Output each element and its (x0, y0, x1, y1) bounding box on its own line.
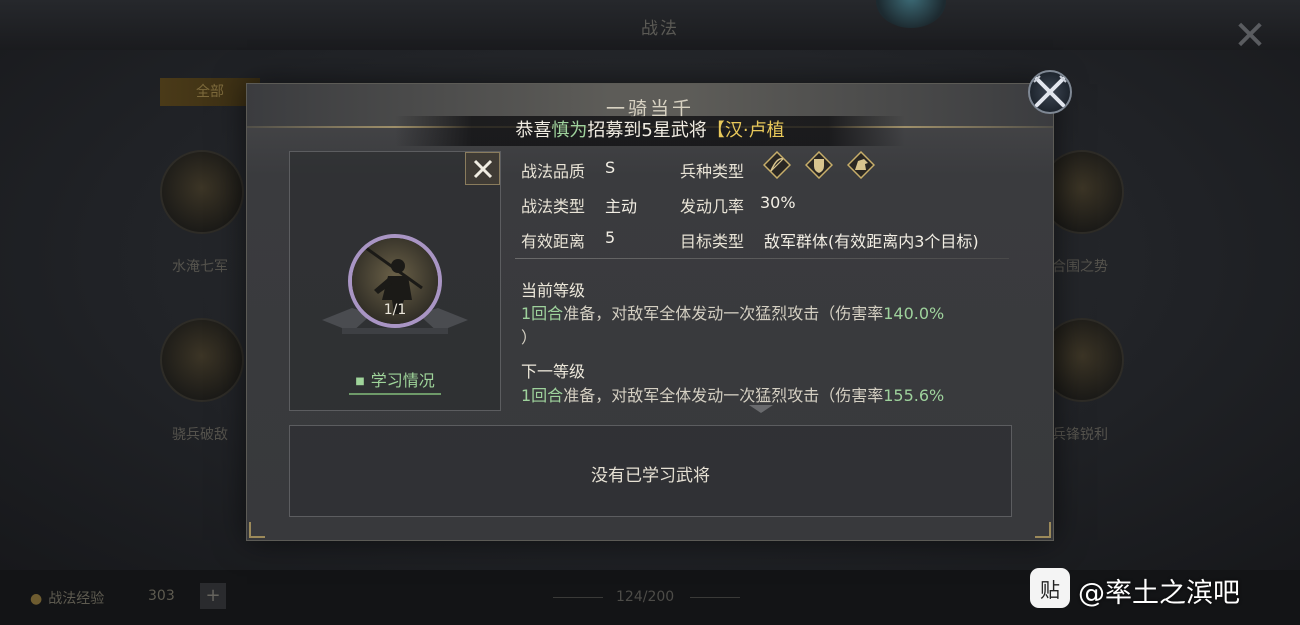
current-level-title: 当前等级 (521, 281, 586, 300)
square-bullet-icon: ■ (355, 376, 365, 387)
add-exp-button: + (200, 583, 226, 609)
tactic-exp-label: ● 战法经验 (30, 591, 105, 607)
watermark-text: @率土之滨吧 (1078, 578, 1240, 609)
tieba-logo: 贴 (1030, 568, 1070, 608)
shield-icon (805, 151, 833, 179)
range-label: 有效距离 (521, 232, 586, 251)
skill-level: 1/1 (383, 302, 407, 318)
corner-ornament (1035, 522, 1051, 538)
divider (690, 597, 740, 598)
current-level-description: 1回合准备，对敌军全体发动一次猛烈攻击（伤害率140.0%） (521, 304, 945, 347)
divider (553, 597, 603, 598)
crossed-swords-icon (1033, 75, 1067, 107)
recruit-banner: 恭喜慎为招募到5星武将【汉·卢植 (395, 116, 905, 146)
background-skill-card (160, 318, 244, 402)
trigger-rate-label: 发动几率 (680, 197, 745, 216)
panel-close-button[interactable] (465, 152, 500, 185)
learning-status-link[interactable]: ■ 学习情况 (349, 367, 441, 395)
tab-all: 全部 (160, 78, 260, 106)
target-type-label: 目标类型 (680, 232, 745, 251)
background-skill-card-label: 骁兵破敌 (172, 427, 228, 443)
cavalry-icon (847, 151, 875, 179)
background-title: 战法 (641, 19, 679, 39)
empty-message: 没有已学习武将 (591, 466, 710, 486)
player-name: 慎为 (551, 120, 588, 141)
archer-icon (763, 151, 791, 179)
attributes-divider (515, 258, 1009, 259)
quality-value: S (605, 158, 616, 177)
scroll-down-icon[interactable] (749, 405, 773, 413)
tactic-exp-value: 303 (148, 588, 175, 604)
quality-label: 战法品质 (521, 162, 586, 181)
corner-ornament (249, 522, 265, 538)
dialog-close-button[interactable] (1028, 70, 1072, 114)
unit-type-label: 兵种类型 (680, 162, 745, 181)
tactic-count: 124/200 (616, 589, 675, 605)
background-skill-card-label: 水淹七军 (172, 259, 228, 275)
background-skill-card (160, 150, 244, 234)
coin-icon: ● (30, 591, 43, 607)
general-name: 【汉·卢植 (706, 120, 785, 141)
target-type-value: 敌军群体(有效距离内3个目标) (764, 232, 979, 251)
tactic-type-label: 战法类型 (521, 197, 586, 216)
trigger-rate-value: 30% (760, 193, 796, 212)
tactic-type-value: 主动 (605, 197, 638, 216)
range-value: 5 (605, 228, 616, 247)
next-level-title: 下一等级 (521, 362, 586, 381)
close-icon (473, 159, 493, 179)
